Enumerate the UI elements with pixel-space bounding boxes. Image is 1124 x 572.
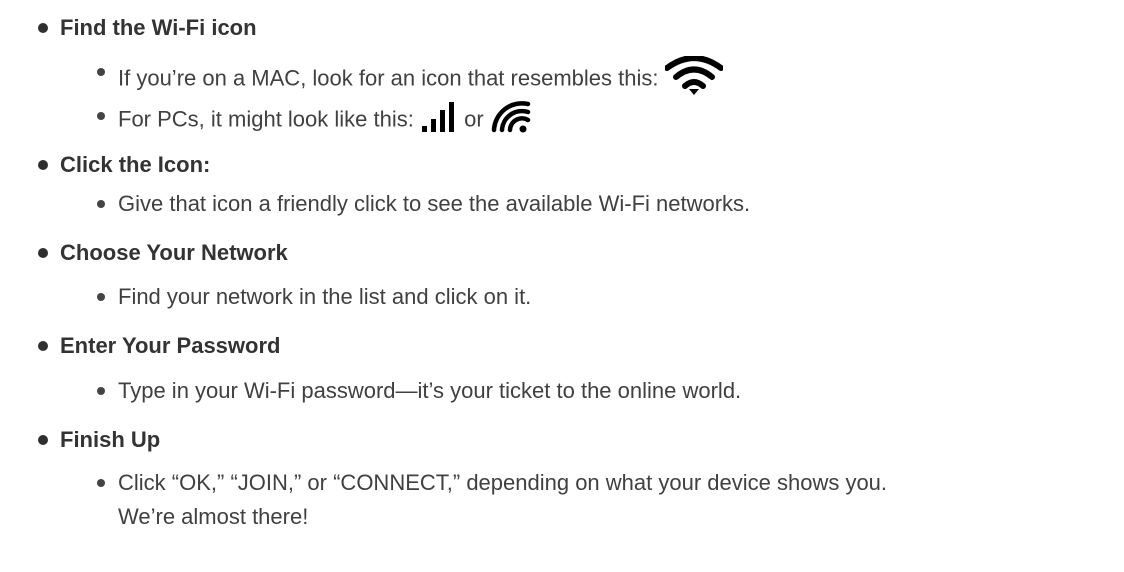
- step-text: If you’re on a MAC, look for an icon tha…: [118, 65, 659, 91]
- bullet: [97, 200, 105, 208]
- or-connector: or: [464, 106, 484, 132]
- bullet: [97, 293, 105, 301]
- step-text-continuation: We’re almost there!: [118, 504, 309, 529]
- step-text: Type in your Wi-Fi password—it’s your ti…: [118, 378, 742, 403]
- step-heading-find-wifi: Find the Wi-Fi icon: [60, 15, 257, 40]
- step-text: Give that icon a friendly click to see t…: [118, 191, 751, 216]
- bullet: [38, 435, 48, 445]
- step-heading-enter-password: Enter Your Password: [60, 333, 281, 358]
- step-heading-finish-up: Finish Up: [60, 427, 161, 452]
- bullet: [97, 68, 105, 76]
- signal-bars-icon: [420, 100, 458, 141]
- bullet: [38, 341, 48, 351]
- bullet: [38, 248, 48, 258]
- step-heading-click-icon: Click the Icon:: [60, 152, 211, 177]
- step-text: Find your network in the list and click …: [118, 284, 532, 309]
- bullet: [97, 479, 105, 487]
- bullet: [38, 23, 48, 33]
- step-text-pc-icons: For PCs, it might look like this: or: [118, 100, 534, 141]
- bullet: [38, 160, 48, 170]
- instructions-document: Find the Wi-Fi icon If you’re on a MAC, …: [0, 0, 1124, 572]
- wifi-mac-icon: [663, 55, 724, 103]
- step-heading-choose-network: Choose Your Network: [60, 240, 288, 265]
- step-text: Click “OK,” “JOIN,” or “CONNECT,” depend…: [118, 470, 888, 495]
- step-text: For PCs, it might look like this:: [118, 106, 414, 132]
- wifi-pc-icon: [490, 100, 534, 141]
- bullet: [97, 387, 105, 395]
- bullet: [97, 112, 105, 120]
- step-text-mac-icon: If you’re on a MAC, look for an icon tha…: [118, 55, 724, 103]
